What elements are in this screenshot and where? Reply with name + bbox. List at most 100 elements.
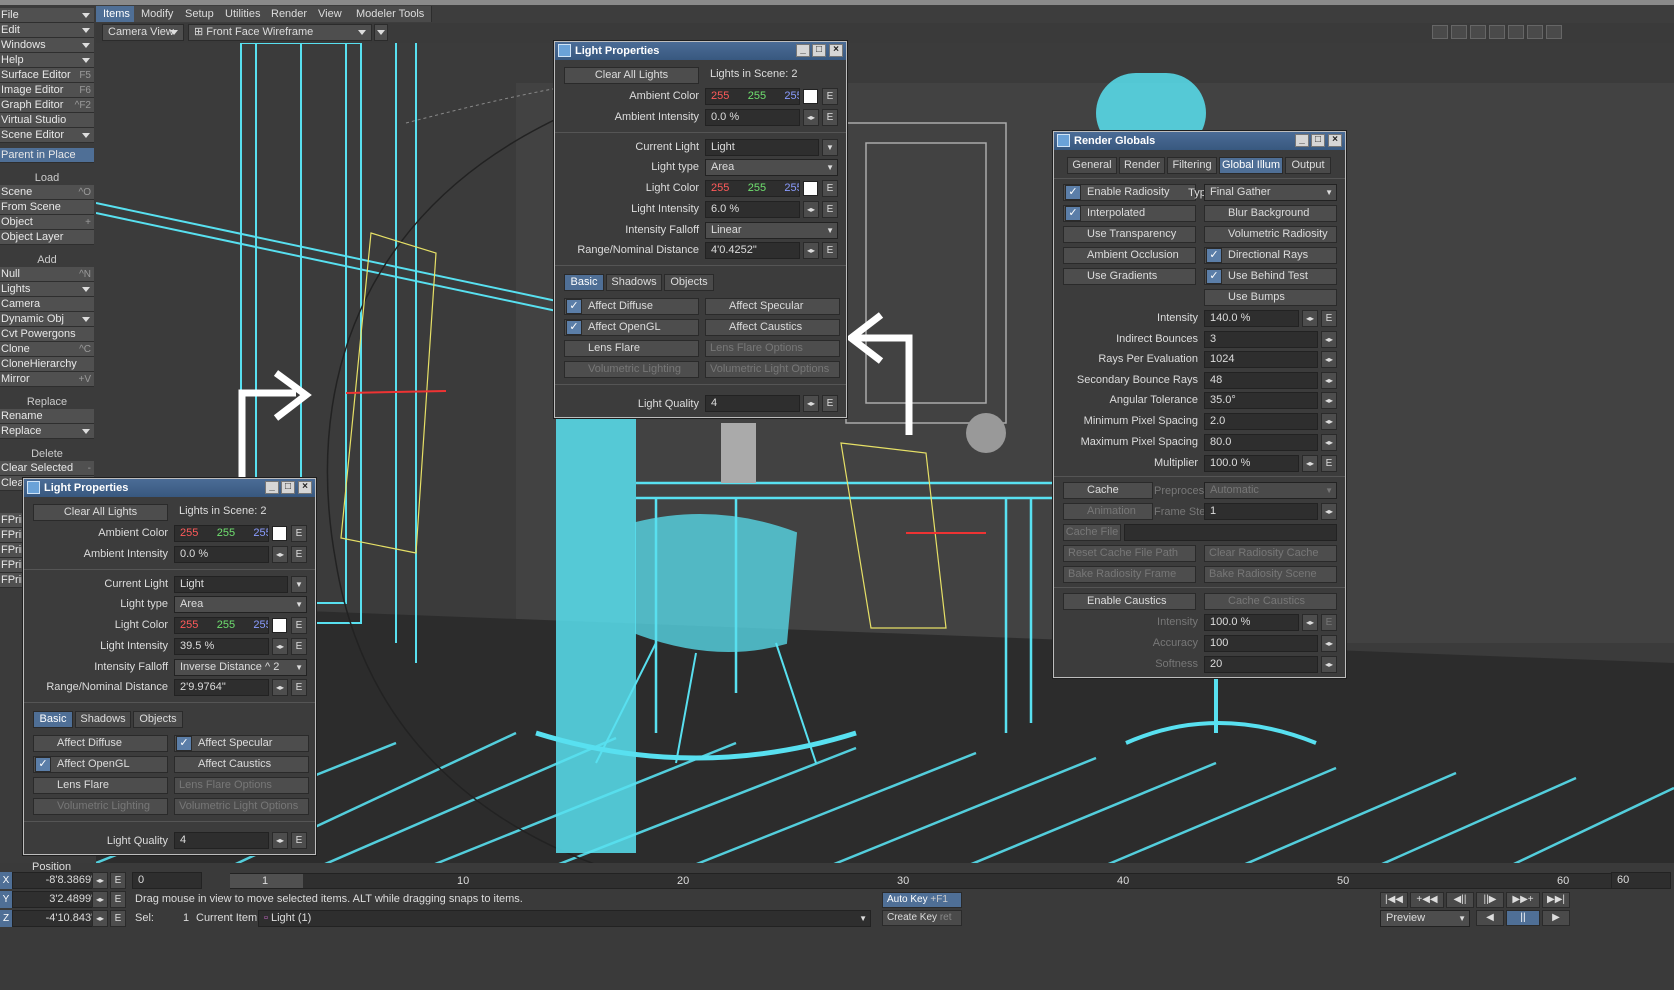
affect-specular-checkbox[interactable]: ✓ Affect Specular: [174, 735, 309, 752]
tab-items[interactable]: Items: [96, 6, 138, 22]
radiosity-type-select[interactable]: Final Gather ▼: [1204, 184, 1337, 201]
gi-intensity-field[interactable]: 140.0 %: [1204, 310, 1299, 327]
use-behind-test-checkbox[interactable]: ✓ Use Behind Test: [1204, 268, 1337, 285]
directional-rays-checkbox[interactable]: ✓ Directional Rays: [1204, 247, 1337, 264]
slider-arrows-icon[interactable]: ◂▸: [1321, 331, 1337, 348]
angular-tolerance-field[interactable]: 35.0°: [1204, 392, 1318, 409]
menu-windows[interactable]: Windows: [0, 38, 94, 53]
slider-arrows-icon[interactable]: ◂▸: [272, 546, 288, 563]
tab-output[interactable]: Output: [1285, 157, 1331, 174]
maximize-icon[interactable]: □: [1311, 134, 1325, 147]
tab-render[interactable]: Render: [264, 6, 316, 22]
current-light-select[interactable]: Light: [174, 576, 288, 593]
slider-arrows-icon[interactable]: ◂▸: [92, 910, 108, 927]
envelope-button[interactable]: E: [822, 201, 838, 218]
clone-button[interactable]: Clone ^C: [0, 342, 94, 357]
slider-arrows-icon[interactable]: ◂▸: [272, 832, 288, 849]
play-icon[interactable]: ▶: [1542, 910, 1570, 926]
slider-arrows-icon[interactable]: ◂▸: [1302, 614, 1318, 631]
menu-help[interactable]: Help: [0, 53, 94, 68]
slider-arrows-icon[interactable]: ◂▸: [272, 638, 288, 655]
parent-in-place-button[interactable]: Parent in Place: [0, 148, 94, 163]
indirect-bounces-field[interactable]: 3: [1204, 331, 1318, 348]
affect-diffuse-checkbox[interactable]: Affect Diffuse: [33, 735, 168, 752]
pause-icon[interactable]: ||: [1506, 910, 1540, 926]
tab-general[interactable]: General: [1067, 157, 1117, 174]
ambient-intensity-field[interactable]: 0.0 %: [174, 546, 269, 563]
envelope-button[interactable]: E: [822, 109, 838, 126]
volumetric-lighting-checkbox[interactable]: Volumetric Lighting: [564, 361, 699, 378]
go-to-end-icon[interactable]: ▶▶|: [1542, 892, 1570, 908]
close-icon[interactable]: ×: [829, 44, 843, 57]
volumetric-options-button[interactable]: Volumetric Light Options: [705, 361, 840, 378]
envelope-button[interactable]: E: [291, 679, 307, 696]
pan-view-icon[interactable]: [1470, 25, 1486, 39]
add-lights-menu[interactable]: Lights: [0, 282, 94, 297]
tab-basic[interactable]: Basic: [564, 274, 604, 291]
maximize-icon[interactable]: □: [281, 481, 295, 494]
ambient-color-swatch[interactable]: [803, 89, 818, 104]
slider-arrows-icon[interactable]: ◂▸: [1321, 656, 1337, 673]
close-icon[interactable]: ×: [1328, 134, 1342, 147]
secondary-bounce-rays-field[interactable]: 48: [1204, 372, 1318, 389]
mirror-button[interactable]: Mirror +V: [0, 372, 94, 387]
tab-shadows[interactable]: Shadows: [606, 274, 662, 291]
affect-opengl-checkbox[interactable]: ✓ Affect OpenGL: [564, 319, 699, 336]
slider-arrows-icon[interactable]: ◂▸: [1321, 392, 1337, 409]
ambient-intensity-field[interactable]: 0.0 %: [705, 109, 800, 126]
volumetric-radiosity-checkbox[interactable]: Volumetric Radiosity: [1204, 226, 1337, 243]
tab-filtering[interactable]: Filtering: [1167, 157, 1217, 174]
move-view-icon[interactable]: [1432, 25, 1448, 39]
viewport-options-dropdown[interactable]: [374, 24, 388, 41]
cache-checkbox[interactable]: Cache: [1063, 482, 1153, 499]
minimize-icon[interactable]: _: [1295, 134, 1309, 147]
light-color-field[interactable]: 255 255 255: [174, 617, 269, 634]
tab-render[interactable]: Render: [1119, 157, 1165, 174]
preprocess-select[interactable]: Automatic ▼: [1204, 482, 1337, 499]
load-object-button[interactable]: Object +: [0, 215, 94, 230]
rays-per-evaluation-field[interactable]: 1024: [1204, 351, 1318, 368]
cvt-powergons-button[interactable]: Cvt Powergons: [0, 327, 94, 342]
envelope-button[interactable]: E: [291, 525, 307, 542]
cache-file-button[interactable]: Cache File: [1063, 524, 1121, 541]
play-reverse-icon[interactable]: ◀: [1476, 910, 1504, 926]
affect-opengl-checkbox[interactable]: ✓ Affect OpenGL: [33, 756, 168, 773]
minimize-icon[interactable]: _: [796, 44, 810, 57]
tab-modify[interactable]: Modify: [134, 6, 182, 22]
end-frame-field[interactable]: 60: [1611, 872, 1671, 889]
enable-caustics-checkbox[interactable]: Enable Caustics: [1063, 593, 1196, 610]
envelope-button[interactable]: E: [110, 891, 126, 908]
reset-cache-file-path-button[interactable]: Reset Cache File Path: [1063, 545, 1196, 562]
lens-flare-checkbox[interactable]: Lens Flare: [564, 340, 699, 357]
slider-arrows-icon[interactable]: ◂▸: [1321, 635, 1337, 652]
softness-field[interactable]: 20: [1204, 656, 1318, 673]
load-object-layer-button[interactable]: Object Layer: [0, 230, 94, 245]
clear-selected-button[interactable]: Clear Selected -: [0, 461, 94, 476]
slider-arrows-icon[interactable]: ◂▸: [1321, 503, 1337, 520]
light-quality-field[interactable]: 4: [705, 395, 800, 412]
min-pixel-spacing-field[interactable]: 2.0: [1204, 413, 1318, 430]
slider-arrows-icon[interactable]: ◂▸: [803, 109, 819, 126]
tab-setup[interactable]: Setup: [178, 6, 222, 22]
add-dynamic-obj-menu[interactable]: Dynamic Obj: [0, 312, 94, 327]
affect-specular-checkbox[interactable]: Affect Specular: [705, 298, 840, 315]
animation-checkbox[interactable]: Animation: [1063, 503, 1153, 520]
maximize-icon[interactable]: □: [812, 44, 826, 57]
multiplier-field[interactable]: 100.0 %: [1204, 455, 1299, 472]
lens-flare-checkbox[interactable]: Lens Flare: [33, 777, 168, 794]
slider-arrows-icon[interactable]: ◂▸: [1321, 413, 1337, 430]
surface-editor-button[interactable]: Surface Editor F5: [0, 68, 94, 83]
slider-arrows-icon[interactable]: ◂▸: [1302, 455, 1318, 472]
slider-arrows-icon[interactable]: ◂▸: [92, 891, 108, 908]
ambient-color-field[interactable]: 255 255 255: [705, 88, 800, 105]
envelope-button[interactable]: E: [291, 832, 307, 849]
tab-global-illum[interactable]: Global Illum: [1219, 157, 1283, 174]
frame-steps-field[interactable]: 1: [1204, 503, 1318, 520]
tab-utilities[interactable]: Utilities: [218, 6, 269, 22]
light-intensity-field[interactable]: 39.5 %: [174, 638, 269, 655]
slider-arrows-icon[interactable]: ◂▸: [1321, 372, 1337, 389]
slider-arrows-icon[interactable]: ◂▸: [1302, 310, 1318, 327]
rotate-view-icon[interactable]: [1451, 25, 1467, 39]
rename-button[interactable]: Rename: [0, 409, 94, 424]
create-key-button[interactable]: Create Key ret: [882, 910, 962, 926]
